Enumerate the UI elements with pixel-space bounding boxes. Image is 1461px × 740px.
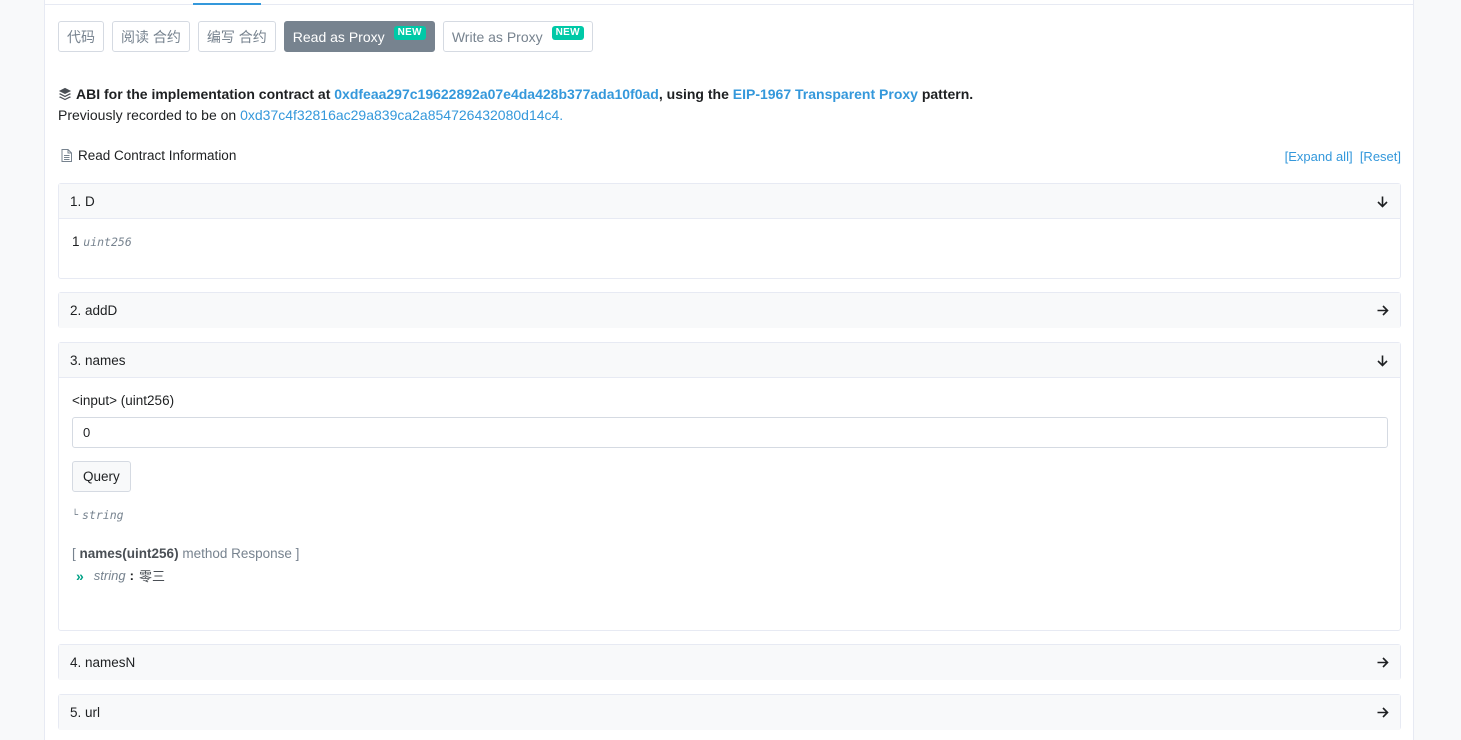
response-row: » string : 零三 (76, 566, 165, 585)
function-namesN: 4. namesN (58, 644, 1401, 680)
function-body: <input> (uint256) Query └ string [ names… (59, 378, 1400, 630)
tab-read-contract[interactable]: 阅读 合约 (112, 21, 190, 52)
return-corner-icon: └ (72, 509, 79, 521)
new-badge: NEW (393, 25, 426, 40)
previous-implementation-notice: Previously recorded to be on 0xd37c4f328… (58, 107, 563, 123)
response-bracket: [ (72, 546, 76, 561)
function-label: 1. D (70, 193, 95, 209)
active-tab-indicator (193, 3, 261, 5)
function-addD: 2. addD (58, 292, 1401, 328)
implementation-address-link[interactable]: 0xdfeaa297c19622892a07e4da428b377ada10f0… (334, 86, 659, 102)
query-button[interactable]: Query (72, 461, 131, 492)
layers-icon (58, 87, 72, 101)
prev-text: Previously recorded to be on (58, 107, 237, 123)
tab-read-as-proxy[interactable]: Read as Proxy NEW (283, 21, 435, 52)
function-names: 3. names <input> (uint256) Query └ strin… (58, 342, 1401, 631)
arrow-down-icon (1377, 355, 1388, 367)
return-type: └ string (72, 508, 124, 522)
arrow-down-icon (1377, 196, 1388, 208)
tab-write-as-proxy[interactable]: Write as Proxy NEW (442, 21, 593, 52)
proxy-implementation-notice: ABI for the implementation contract at 0… (58, 86, 973, 102)
notice-middle: , using the (658, 86, 729, 102)
expand-reset-links: [Expand all] [Reset] (1285, 149, 1401, 164)
function-header[interactable]: 2. addD (59, 293, 1400, 328)
input-label: <input> (uint256) (72, 393, 175, 408)
response-text: method Response ] (182, 546, 300, 561)
read-contract-info-header: Read Contract Information (61, 148, 236, 163)
tab-write-contract[interactable]: 编写 合约 (197, 21, 276, 52)
read-contract-info-title: Read Contract Information (78, 148, 237, 163)
response-header: [ names(uint256) method Response ] (72, 546, 299, 561)
previous-address-link[interactable]: 0xd37c4f32816ac29a839ca2a854726432080d14… (240, 107, 563, 123)
function-result-type: uint256 (83, 235, 132, 249)
eip1967-link[interactable]: EIP-1967 Transparent Proxy (733, 86, 918, 102)
arrow-right-icon (1377, 305, 1389, 316)
response-method-name: names(uint256) (79, 546, 179, 561)
tab-write-as-proxy-label: Write as Proxy (451, 28, 543, 45)
arrow-right-icon (1377, 707, 1389, 718)
reset-link[interactable]: [Reset] (1360, 149, 1401, 164)
uint256-input[interactable] (72, 417, 1388, 448)
function-url: 5. url (58, 694, 1401, 730)
tab-read-contract-label: 阅读 合约 (121, 28, 181, 45)
tab-code[interactable]: 代码 (58, 21, 104, 52)
response-colon: : (129, 568, 134, 583)
function-header[interactable]: 1. D (59, 184, 1400, 219)
function-body: 1 uint256 (59, 219, 1400, 249)
function-label: 3. names (70, 352, 126, 368)
function-header[interactable]: 5. url (59, 695, 1400, 730)
notice-suffix: pattern. (921, 86, 974, 102)
tab-write-contract-label: 编写 合约 (206, 28, 267, 45)
notice-prefix: ABI for the implementation contract at (76, 86, 331, 102)
function-header[interactable]: 3. names (59, 343, 1400, 378)
return-type-label: string (82, 508, 124, 522)
double-chevron-right-icon: » (76, 567, 84, 584)
tab-code-label: 代码 (67, 28, 95, 45)
function-label: 2. addD (70, 303, 118, 318)
function-header[interactable]: 4. namesN (59, 645, 1400, 680)
document-icon (61, 149, 72, 162)
response-value: 零三 (138, 569, 165, 584)
arrow-right-icon (1377, 657, 1389, 668)
new-badge: NEW (551, 25, 584, 40)
function-label: 5. url (70, 705, 101, 720)
contract-card: 代码 阅读 合约 编写 合约 Read as Proxy NEW Write a… (44, 0, 1414, 740)
function-D: 1. D 1 uint256 (58, 183, 1401, 279)
expand-all-link[interactable]: [Expand all] (1285, 149, 1353, 164)
response-type: string (93, 568, 126, 583)
contract-subtabs: 代码 阅读 合约 编写 合约 Read as Proxy NEW Write a… (58, 21, 593, 52)
function-result-value: 1 (72, 234, 80, 249)
function-label: 4. namesN (70, 655, 136, 670)
tab-read-as-proxy-label: Read as Proxy (292, 28, 385, 45)
